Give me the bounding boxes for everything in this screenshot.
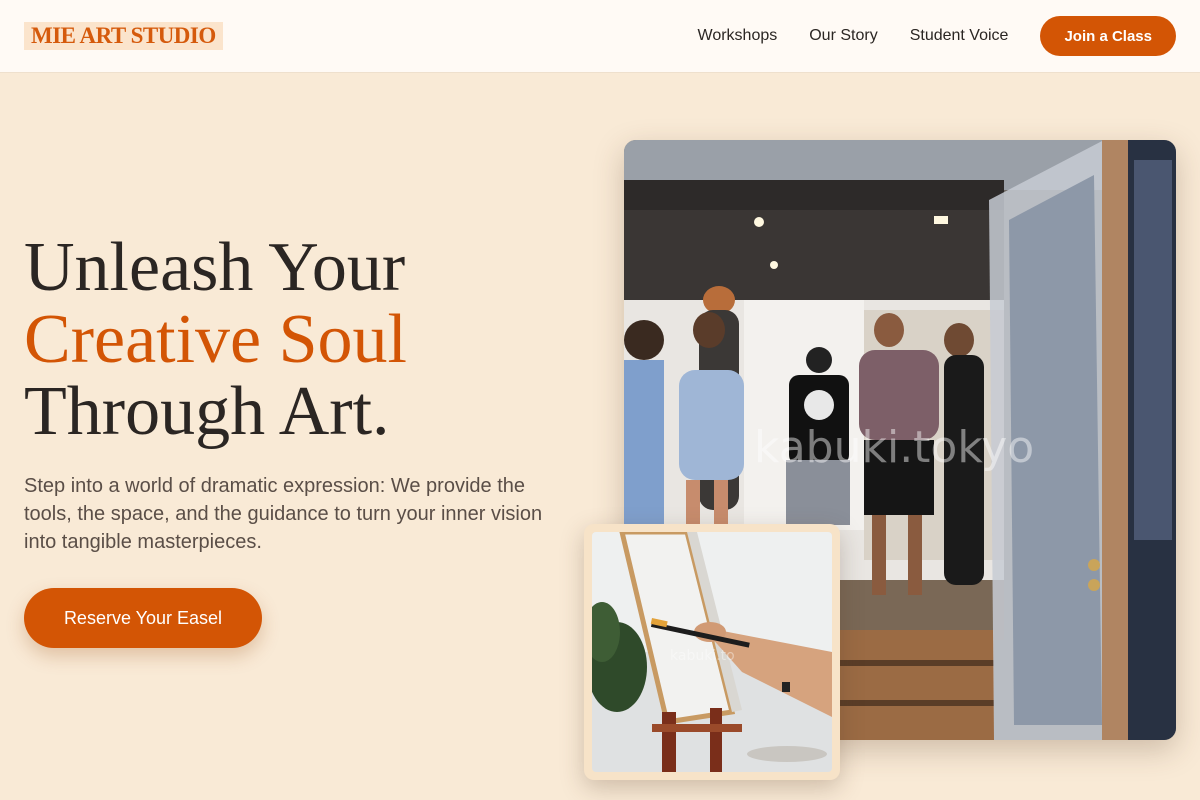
nav-link-our-story[interactable]: Our Story: [809, 27, 877, 45]
hero-headline: Unleash Your Creative Soul Through Art.: [24, 232, 407, 448]
nav-link-student-voice[interactable]: Student Voice: [910, 27, 1009, 45]
nav-link-workshops[interactable]: Workshops: [698, 27, 778, 45]
small-photo-watermark: kabuki.to: [670, 648, 735, 664]
main-nav: Workshops Our Story Student Voice Join a…: [698, 16, 1176, 56]
painting-photo-frame: kabuki.to: [584, 524, 840, 780]
painting-photo: kabuki.to: [592, 532, 832, 772]
brand-logo[interactable]: MIE ART STUDIO: [24, 22, 223, 50]
hero-subtitle: Step into a world of dramatic expression…: [24, 475, 543, 553]
headline-line-1: Unleash Your: [24, 229, 406, 306]
headline-line-3: Through Art.: [24, 373, 390, 450]
site-header: MIE ART STUDIO Workshops Our Story Stude…: [0, 0, 1200, 72]
reserve-easel-button[interactable]: Reserve Your Easel: [24, 588, 262, 648]
headline-line-2: Creative Soul: [24, 301, 407, 378]
join-class-button[interactable]: Join a Class: [1040, 16, 1176, 56]
main-photo-watermark: kabuki.tokyo: [754, 422, 1034, 473]
